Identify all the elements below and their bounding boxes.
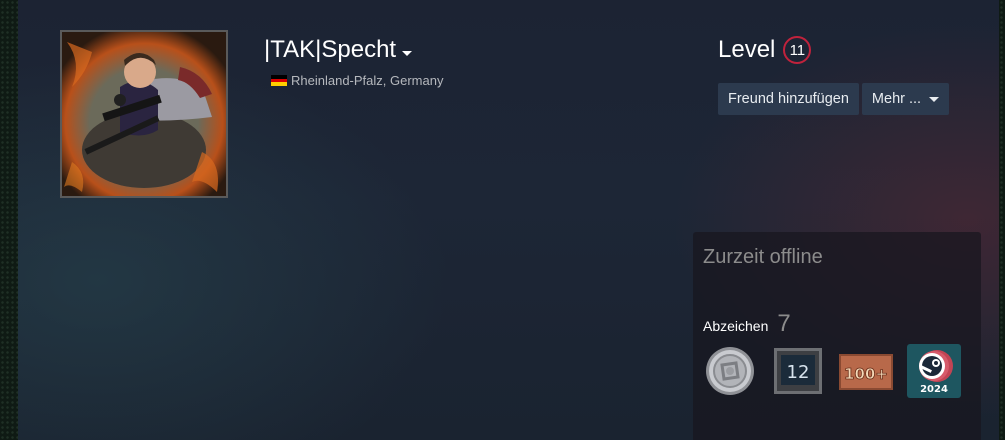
chevron-down-icon <box>402 50 413 56</box>
profile-actions: Freund hinzufügen Mehr ... <box>718 83 952 115</box>
chevron-down-icon <box>929 96 940 102</box>
online-status: Zurzeit offline <box>703 246 823 268</box>
badges-header[interactable]: Abzeichen 7 <box>703 310 791 338</box>
badge-games-text: 100+ <box>844 365 888 383</box>
avatar-image <box>62 32 226 196</box>
badge-years-text: 12 <box>787 362 810 383</box>
years-of-service-badge-icon[interactable]: 12 <box>769 342 827 400</box>
badges-label: Abzeichen <box>703 318 769 334</box>
steam-2024-badge-icon[interactable]: 2024 <box>905 342 963 400</box>
coin-badge-icon[interactable] <box>701 342 759 400</box>
left-background-strip <box>0 0 18 440</box>
games-owned-badge-icon[interactable]: 100+ <box>837 342 895 400</box>
avatar[interactable] <box>60 30 228 198</box>
level-value: 11 <box>789 41 806 59</box>
profile-level: Level 11 <box>718 36 812 64</box>
profile-status-panel: Zurzeit offline Abzeichen 7 12 100+ 2024 <box>693 232 981 440</box>
level-label: Level <box>718 36 776 63</box>
persona-name-dropdown[interactable]: |TAK|Specht <box>264 36 413 64</box>
location-text: Rheinland-Pfalz, Germany <box>291 73 444 88</box>
badges-count: 7 <box>777 310 791 337</box>
right-background-strip <box>999 0 1005 440</box>
location: Rheinland-Pfalz, Germany <box>271 73 443 88</box>
add-friend-label: Freund hinzufügen <box>728 91 849 107</box>
add-friend-button[interactable]: Freund hinzufügen <box>718 83 859 115</box>
level-badge[interactable]: 11 <box>783 36 812 64</box>
badge-2024-text: 2024 <box>920 384 948 395</box>
persona-name: |TAK|Specht <box>264 36 397 63</box>
more-button[interactable]: Mehr ... <box>861 83 950 115</box>
badge-list: 12 100+ 2024 <box>701 342 973 400</box>
germany-flag-icon <box>271 75 287 87</box>
more-label: Mehr ... <box>871 91 922 107</box>
